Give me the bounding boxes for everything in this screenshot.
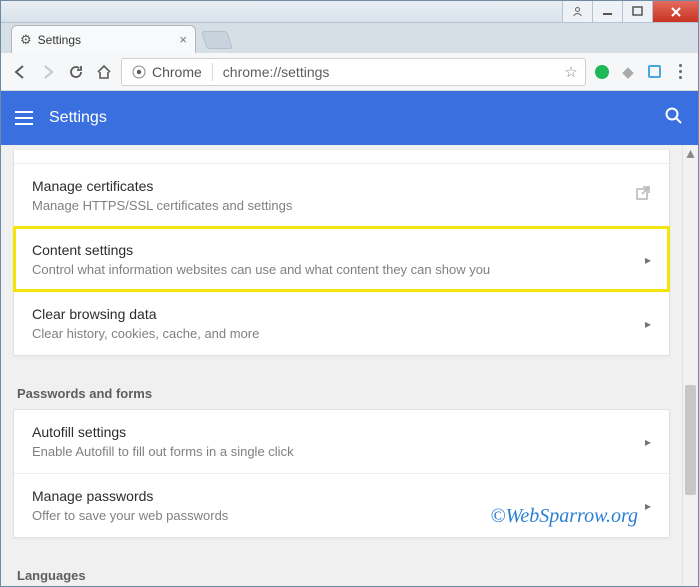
browser-menu-button[interactable]: [670, 64, 690, 79]
row-content-settings[interactable]: Content settings Control what informatio…: [14, 227, 669, 291]
menu-icon[interactable]: [15, 111, 33, 125]
row-subtitle: Enable Autofill to fill out forms in a s…: [32, 444, 635, 459]
new-tab-button[interactable]: [201, 31, 233, 49]
row-title: Content settings: [32, 242, 635, 258]
forward-button: [37, 61, 59, 83]
page-title: Settings: [49, 109, 648, 127]
row-subtitle: Offer to save your web passwords: [32, 508, 635, 523]
row-autofill-settings[interactable]: Autofill settings Enable Autofill to fil…: [14, 410, 669, 473]
home-button[interactable]: [93, 61, 115, 83]
privacy-card: Manage certificates Manage HTTPS/SSL cer…: [13, 149, 670, 356]
omnibox-origin-label: Chrome: [152, 64, 202, 80]
row-title: Clear browsing data: [32, 306, 635, 322]
browser-tab-settings[interactable]: ⚙ Settings ×: [11, 25, 196, 53]
passwords-card: Autofill settings Enable Autofill to fil…: [13, 409, 670, 538]
os-user-icon[interactable]: [562, 1, 592, 22]
settings-content: Manage certificates Manage HTTPS/SSL cer…: [1, 145, 682, 586]
browser-window: ⚙ Settings × Chrome chrome://settings ☆ …: [0, 0, 699, 587]
extension-grey-icon[interactable]: ◆: [618, 62, 638, 82]
back-button[interactable]: [9, 61, 31, 83]
search-icon[interactable]: [664, 106, 684, 131]
os-close-button[interactable]: [652, 1, 698, 22]
extension-green-icon[interactable]: [592, 62, 612, 82]
browser-toolbar: Chrome chrome://settings ☆ ◆: [1, 53, 698, 91]
section-passwords-label: Passwords and forms: [13, 372, 670, 411]
scroll-up-arrow[interactable]: ▴: [683, 145, 698, 161]
os-titlebar: [1, 1, 698, 23]
chevron-right-icon: ▸: [635, 499, 651, 513]
tab-strip: ⚙ Settings ×: [1, 23, 698, 53]
content-area: Manage certificates Manage HTTPS/SSL cer…: [1, 145, 698, 586]
row-subtitle: Control what information websites can us…: [32, 262, 635, 277]
chevron-right-icon: ▸: [635, 253, 651, 267]
row-title: Manage certificates: [32, 178, 635, 194]
os-maximize-button[interactable]: [622, 1, 652, 22]
os-minimize-button[interactable]: [592, 1, 622, 22]
vertical-scrollbar[interactable]: ▴: [682, 145, 698, 586]
close-tab-icon[interactable]: ×: [179, 32, 187, 47]
truncated-row: [14, 149, 669, 163]
row-title: Autofill settings: [32, 424, 635, 440]
row-title: Manage passwords: [32, 488, 635, 504]
row-manage-certificates[interactable]: Manage certificates Manage HTTPS/SSL cer…: [14, 163, 669, 227]
bookmark-star-icon[interactable]: ☆: [557, 63, 585, 81]
extension-blue-icon[interactable]: [644, 62, 664, 82]
gear-icon: ⚙: [20, 33, 32, 46]
row-subtitle: Manage HTTPS/SSL certificates and settin…: [32, 198, 635, 213]
row-manage-passwords[interactable]: Manage passwords Offer to save your web …: [14, 473, 669, 537]
row-subtitle: Clear history, cookies, cache, and more: [32, 326, 635, 341]
omnibox-origin: Chrome: [122, 59, 212, 85]
tab-title: Settings: [38, 33, 174, 47]
settings-header: Settings: [1, 91, 698, 145]
scroll-thumb[interactable]: [685, 385, 696, 495]
omnibox[interactable]: Chrome chrome://settings ☆: [121, 58, 586, 86]
reload-button[interactable]: [65, 61, 87, 83]
chrome-logo-icon: [132, 65, 146, 79]
chevron-right-icon: ▸: [635, 435, 651, 449]
chevron-right-icon: ▸: [635, 317, 651, 331]
section-languages-label: Languages: [13, 554, 670, 586]
row-clear-browsing-data[interactable]: Clear browsing data Clear history, cooki…: [14, 291, 669, 355]
external-link-icon: [635, 185, 651, 206]
omnibox-url: chrome://settings: [213, 64, 557, 80]
